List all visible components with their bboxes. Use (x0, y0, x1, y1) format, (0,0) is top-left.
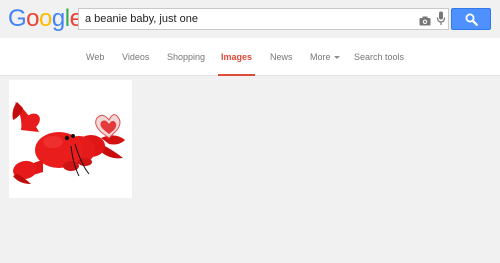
tab-more-label: More (310, 52, 331, 62)
caret-down-icon (333, 56, 340, 60)
search-button[interactable] (451, 8, 491, 30)
search-tabs: Web Videos Shopping Images News More Sea… (0, 38, 500, 76)
top-bar: Google (0, 0, 500, 38)
lobster-plush-image (12, 102, 125, 184)
search-input[interactable] (85, 11, 405, 27)
camera-icon[interactable] (419, 13, 431, 31)
google-logo[interactable]: Google (8, 5, 83, 32)
image-result[interactable] (9, 80, 132, 198)
tab-search-tools[interactable]: Search tools (354, 52, 404, 76)
logo-letter: g (51, 5, 65, 32)
tab-more[interactable]: More (310, 52, 340, 76)
tab-images[interactable]: Images (218, 52, 256, 76)
magnifier-icon (465, 13, 478, 26)
logo-letter: o (26, 5, 40, 32)
tab-videos[interactable]: Videos (122, 52, 149, 76)
search-box[interactable] (78, 8, 449, 30)
logo-letter: o (39, 5, 52, 32)
tab-shopping[interactable]: Shopping (167, 52, 205, 76)
logo-letter: G (8, 5, 27, 32)
tab-web[interactable]: Web (86, 52, 104, 76)
tab-news[interactable]: News (270, 52, 293, 76)
microphone-icon[interactable] (436, 11, 446, 31)
